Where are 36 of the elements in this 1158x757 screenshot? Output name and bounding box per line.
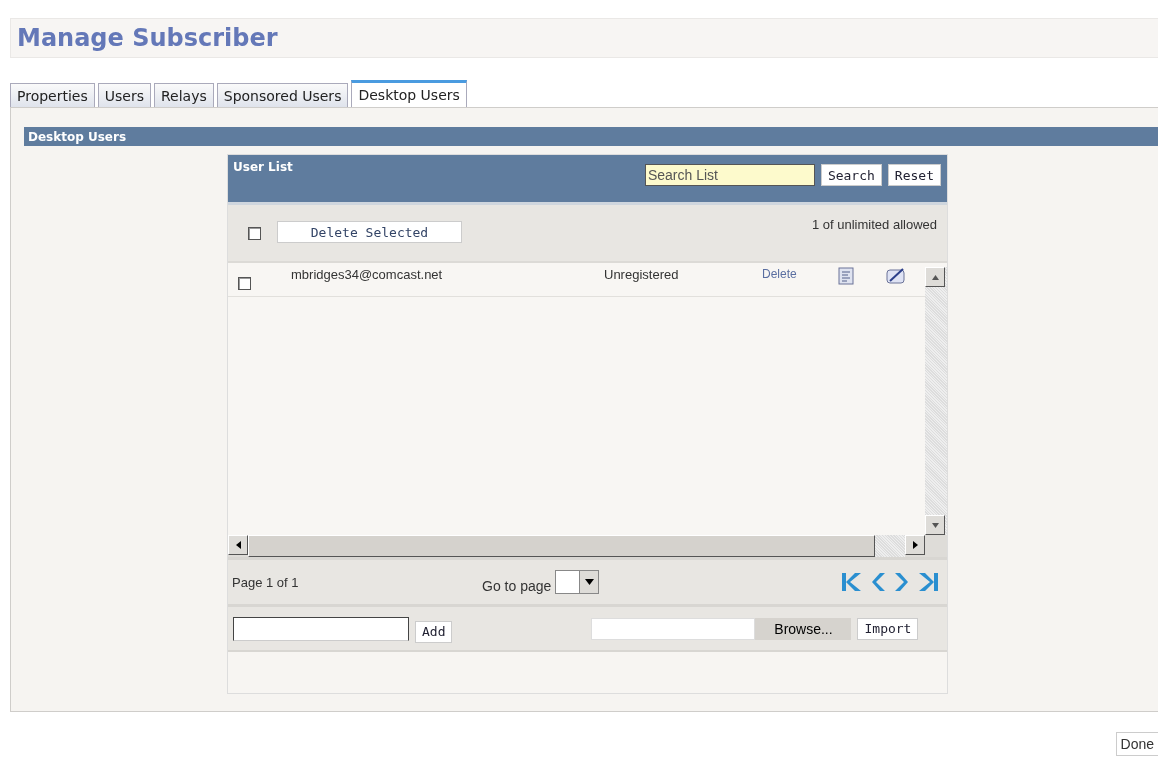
done-button[interactable]: Done xyxy=(1115,732,1158,756)
tab[interactable]: Desktop Users xyxy=(351,80,467,107)
add-user-field[interactable] xyxy=(233,616,409,641)
user-status: Unregistered xyxy=(604,267,680,282)
caret-icon[interactable] xyxy=(584,579,594,585)
scroll-down-icon[interactable] xyxy=(931,522,939,528)
scroll-left-icon[interactable] xyxy=(235,541,241,549)
previous-page-icon[interactable] xyxy=(871,571,887,593)
tab[interactable]: Users xyxy=(97,83,151,107)
scroll-up-icon[interactable] xyxy=(931,274,939,280)
select-all-checkbox[interactable] xyxy=(248,227,261,240)
allowance-text: 1 of unlimited allowed xyxy=(811,217,937,232)
list-title: User List xyxy=(233,160,294,174)
search-button[interactable]: Search xyxy=(820,164,882,186)
vertical-scrollbar[interactable] xyxy=(925,267,947,535)
delete-selected-button[interactable]: Delete Selected xyxy=(277,221,462,243)
delete-link[interactable]: Delete xyxy=(762,267,838,281)
row-checkbox[interactable] xyxy=(238,277,251,290)
envelope-icon[interactable] xyxy=(886,267,906,285)
scroll-right-icon[interactable] xyxy=(912,541,918,549)
add-button[interactable]: Add xyxy=(415,620,453,643)
reset-button[interactable]: Reset xyxy=(887,164,941,186)
user-email: mbridges34@comcast.net xyxy=(291,267,444,282)
page-info: Page 1 of 1 xyxy=(232,574,300,590)
file-path-field[interactable] xyxy=(591,617,756,640)
import-button[interactable]: Import xyxy=(857,617,919,640)
tab[interactable]: Relays xyxy=(154,83,214,107)
search-field[interactable]: Search List xyxy=(644,164,815,186)
page-title: Manage Subscriber xyxy=(17,24,278,52)
tab[interactable]: Sponsored Users xyxy=(216,83,349,107)
tab[interactable]: Properties xyxy=(10,83,95,107)
go-to-page-label: Go to page xyxy=(482,578,552,594)
page-dropdown[interactable] xyxy=(555,570,600,594)
section-title: Desktop Users xyxy=(28,129,127,144)
browse-button[interactable]: Browse... xyxy=(755,617,852,640)
next-page-icon[interactable] xyxy=(893,571,909,593)
